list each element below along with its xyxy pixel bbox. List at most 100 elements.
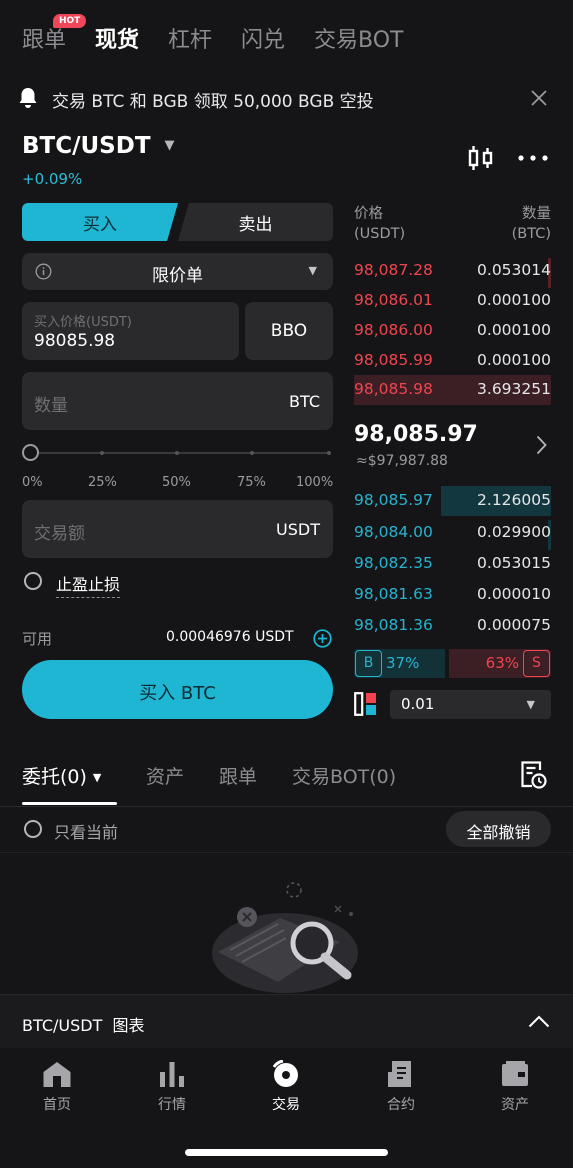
qty-header: 数量 (BTC) bbox=[512, 204, 551, 244]
quantity-unit: BTC bbox=[289, 392, 320, 411]
ask-row[interactable]: 98,086.00 0.000100 bbox=[354, 318, 551, 342]
amount-field[interactable]: 交易额 USDT bbox=[22, 500, 333, 558]
bid-row[interactable]: 98,084.00 0.029900 bbox=[354, 520, 551, 550]
empty-state-illustration bbox=[212, 882, 358, 993]
ask-price: 98,085.98 bbox=[354, 380, 433, 398]
bid-row[interactable]: 98,082.35 0.053015 bbox=[354, 551, 551, 575]
chevron-up-icon[interactable] bbox=[528, 1015, 550, 1028]
price-field[interactable]: 买入价格(USDT) 98085.98 bbox=[22, 302, 239, 360]
buy-ratio-bar: B 37% bbox=[354, 649, 445, 678]
pct-label[interactable]: 25% bbox=[88, 475, 117, 490]
tab-trading-bot[interactable]: 交易BOT bbox=[314, 22, 403, 54]
ask-qty: 3.693251 bbox=[477, 380, 551, 398]
trade-icon bbox=[272, 1060, 298, 1087]
close-icon[interactable] bbox=[531, 90, 547, 106]
amount-slider[interactable] bbox=[30, 452, 330, 454]
nav-trade[interactable]: 交易 bbox=[251, 1060, 321, 1114]
tab-spot[interactable]: 现货 bbox=[95, 22, 139, 54]
depth-select[interactable]: 0.01 ▼ bbox=[390, 690, 551, 719]
tab-orders[interactable]: 委托(0) ▼ bbox=[22, 762, 101, 789]
price-change: +0.09% bbox=[22, 170, 83, 188]
price-header-label: 价格 bbox=[354, 206, 383, 222]
buy-badge: B bbox=[355, 650, 382, 677]
bid-qty: 0.053015 bbox=[477, 554, 551, 572]
bid-row[interactable]: 98,081.36 0.000075 bbox=[354, 613, 551, 637]
ask-row[interactable]: 98,085.98 3.693251 bbox=[354, 375, 551, 405]
buy-btc-button[interactable]: 买入 BTC bbox=[22, 660, 333, 719]
bid-row[interactable]: 98,081.63 0.000010 bbox=[354, 582, 551, 606]
sell-badge: S bbox=[523, 650, 550, 677]
pct-label[interactable]: 75% bbox=[237, 475, 266, 490]
ask-price: 98,086.00 bbox=[354, 321, 433, 339]
wallet-icon bbox=[502, 1061, 528, 1086]
nav-futures[interactable]: 合约 bbox=[366, 1060, 436, 1114]
bar-chart-icon bbox=[160, 1062, 184, 1087]
chevron-right-icon[interactable] bbox=[536, 435, 547, 455]
bbo-label: BBO bbox=[270, 321, 308, 341]
ask-qty: 0.000100 bbox=[477, 291, 551, 309]
pct-label[interactable]: 50% bbox=[162, 475, 191, 490]
tab-assets[interactable]: 资产 bbox=[146, 762, 184, 789]
qty-header-label: 数量 bbox=[522, 206, 551, 222]
slider-handle[interactable] bbox=[22, 444, 39, 461]
tab-convert[interactable]: 闪兑 bbox=[241, 22, 285, 54]
bid-qty: 0.000075 bbox=[477, 616, 551, 634]
ask-row[interactable]: 98,086.01 0.000100 bbox=[354, 288, 551, 312]
bid-qty: 0.029900 bbox=[477, 523, 551, 541]
tab-bot-orders[interactable]: 交易BOT(0) bbox=[292, 762, 396, 789]
sell-tab[interactable]: 卖出 bbox=[178, 203, 333, 241]
home-icon bbox=[43, 1062, 71, 1087]
price-header: 价格 (USDT) bbox=[354, 204, 405, 244]
home-indicator bbox=[185, 1149, 388, 1156]
caret-down-icon: ▼ bbox=[92, 771, 102, 784]
slider-tick bbox=[327, 451, 331, 455]
hot-badge: HOT bbox=[53, 14, 87, 28]
chart-bar[interactable]: BTC/USDT 图表 bbox=[0, 994, 573, 1048]
nav-home[interactable]: 首页 bbox=[22, 1060, 92, 1114]
cancel-all-button[interactable]: 全部撤销 bbox=[446, 811, 551, 847]
nav-markets[interactable]: 行情 bbox=[137, 1060, 207, 1114]
ask-row[interactable]: 98,085.99 0.000100 bbox=[354, 348, 551, 372]
nav-futures-label: 合约 bbox=[387, 1097, 415, 1113]
more-icon[interactable] bbox=[518, 155, 548, 161]
bbo-button[interactable]: BBO bbox=[245, 302, 333, 360]
nav-assets[interactable]: 资产 bbox=[480, 1060, 550, 1114]
pair-selector[interactable]: BTC/USDT ▼ bbox=[22, 133, 175, 159]
order-type-select[interactable]: 限价单 ▼ bbox=[22, 253, 333, 290]
ask-qty: 0.000100 bbox=[477, 351, 551, 369]
candlestick-chart-icon[interactable] bbox=[467, 144, 495, 172]
sell-ratio: 63% bbox=[485, 654, 519, 672]
notice-text[interactable]: 交易 BTC 和 BGB 领取 50,000 BGB 空投 bbox=[52, 87, 374, 112]
tab-margin[interactable]: 杠杆 bbox=[168, 22, 212, 54]
orderbook-layout-icon[interactable] bbox=[354, 692, 378, 716]
caret-down-icon: ▼ bbox=[526, 698, 535, 711]
futures-icon bbox=[388, 1061, 411, 1087]
bell-icon bbox=[19, 88, 37, 108]
bid-price: 98,084.00 bbox=[354, 523, 433, 541]
depth-value: 0.01 bbox=[401, 695, 435, 713]
tpsl-checkbox[interactable] bbox=[24, 572, 42, 590]
ask-row[interactable]: 98,087.28 0.053014 bbox=[354, 258, 551, 288]
bid-price: 98,081.63 bbox=[354, 585, 433, 603]
pair-name: BTC/USDT bbox=[22, 133, 151, 159]
last-price-usd: ≈$97,987.88 bbox=[356, 453, 448, 469]
amount-unit: USDT bbox=[276, 520, 320, 539]
add-funds-icon[interactable] bbox=[313, 629, 332, 648]
pct-label[interactable]: 100% bbox=[296, 475, 333, 490]
only-current-label[interactable]: 只看当前 bbox=[54, 819, 118, 843]
price-value: 98085.98 bbox=[34, 331, 116, 351]
order-history-icon[interactable] bbox=[520, 760, 548, 790]
pct-label[interactable]: 0% bbox=[22, 475, 43, 490]
last-price: 98,085.97 bbox=[354, 422, 478, 447]
bid-row[interactable]: 98,085.97 2.126005 bbox=[354, 486, 551, 516]
bid-price: 98,085.97 bbox=[354, 491, 433, 509]
buy-tab[interactable]: 买入 bbox=[22, 203, 178, 241]
only-current-checkbox[interactable] bbox=[24, 820, 42, 838]
ask-price: 98,087.28 bbox=[354, 261, 433, 279]
bid-price: 98,082.35 bbox=[354, 554, 433, 572]
nav-trade-label: 交易 bbox=[272, 1097, 300, 1113]
tpsl-label[interactable]: 止盈止损 bbox=[56, 571, 121, 598]
bid-qty: 0.000010 bbox=[477, 585, 551, 603]
tab-copy-orders[interactable]: 跟单 bbox=[219, 762, 257, 789]
quantity-field[interactable]: 数量 BTC bbox=[22, 372, 333, 430]
